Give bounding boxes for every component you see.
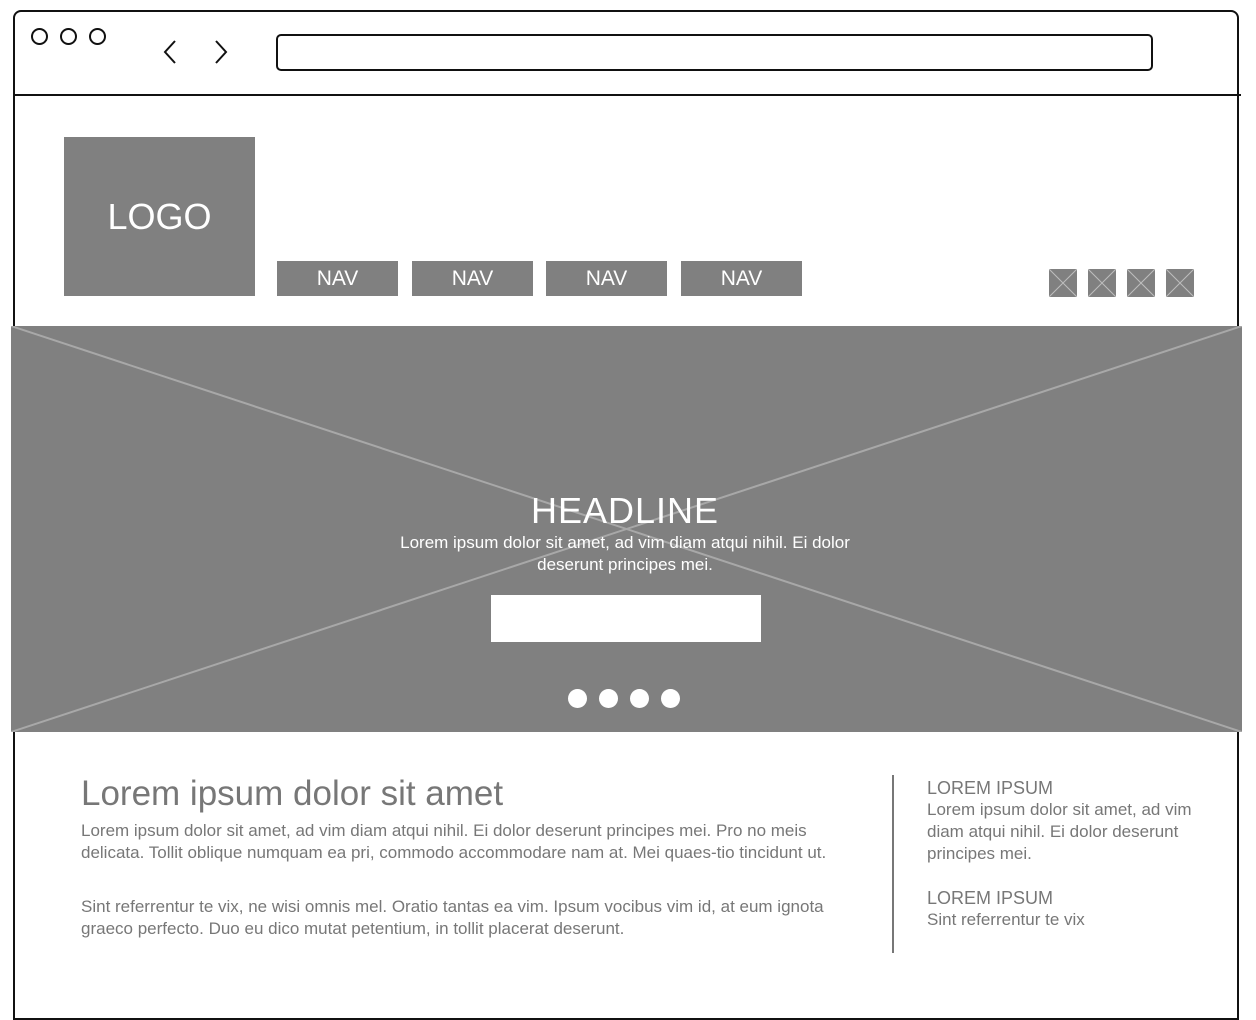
logo[interactable]: LOGO: [64, 137, 255, 296]
window-close-icon[interactable]: [31, 28, 48, 45]
sidebar-text-1: Lorem ipsum dolor sit amet, ad vim diam …: [927, 800, 1192, 863]
nav-item-1[interactable]: NAV: [277, 261, 398, 296]
hero-text: Lorem ipsum dolor sit amet, ad vim diam …: [400, 533, 850, 574]
back-button[interactable]: [155, 37, 185, 67]
placeholder-icon: [1127, 269, 1155, 297]
article-paragraph-1: Lorem ipsum dolor sit amet, ad vim diam …: [81, 821, 827, 862]
logo-text: LOGO: [107, 195, 212, 237]
sidebar-heading-2: LOREM IPSUM: [927, 888, 1054, 908]
carousel-dot-4[interactable]: [661, 689, 680, 708]
hero-headline: HEADLINE: [530, 490, 720, 531]
social-link-2[interactable]: [1088, 269, 1116, 297]
carousel-dot-2[interactable]: [599, 689, 618, 708]
nav-item-2[interactable]: NAV: [412, 261, 533, 296]
placeholder-icon: [1088, 269, 1116, 297]
chevron-left-icon: [163, 40, 176, 64]
address-bar[interactable]: [276, 34, 1153, 71]
article-paragraph-2: Sint referrentur te vix, ne wisi omnis m…: [81, 897, 824, 938]
carousel-dot-3[interactable]: [630, 689, 649, 708]
sidebar-text-2: Sint referrentur te vix: [927, 910, 1085, 929]
chevron-right-icon: [215, 40, 228, 64]
nav-item-3[interactable]: NAV: [546, 261, 667, 296]
toolbar-divider: [13, 94, 1241, 96]
carousel-dot-1[interactable]: [568, 689, 587, 708]
social-link-4[interactable]: [1166, 269, 1194, 297]
window-maximize-icon[interactable]: [89, 28, 106, 45]
placeholder-icon: [1049, 269, 1077, 297]
social-link-3[interactable]: [1127, 269, 1155, 297]
hero-cta-button[interactable]: [491, 595, 761, 642]
window-minimize-icon[interactable]: [60, 28, 77, 45]
sidebar-heading-1: LOREM IPSUM: [927, 778, 1054, 798]
sidebar-divider: [892, 775, 894, 953]
social-link-1[interactable]: [1049, 269, 1077, 297]
placeholder-icon: [1166, 269, 1194, 297]
article-title: Lorem ipsum dolor sit amet: [81, 774, 504, 813]
nav-item-4[interactable]: NAV: [681, 261, 802, 296]
forward-button[interactable]: [206, 37, 236, 67]
carousel-indicators: [568, 689, 680, 708]
